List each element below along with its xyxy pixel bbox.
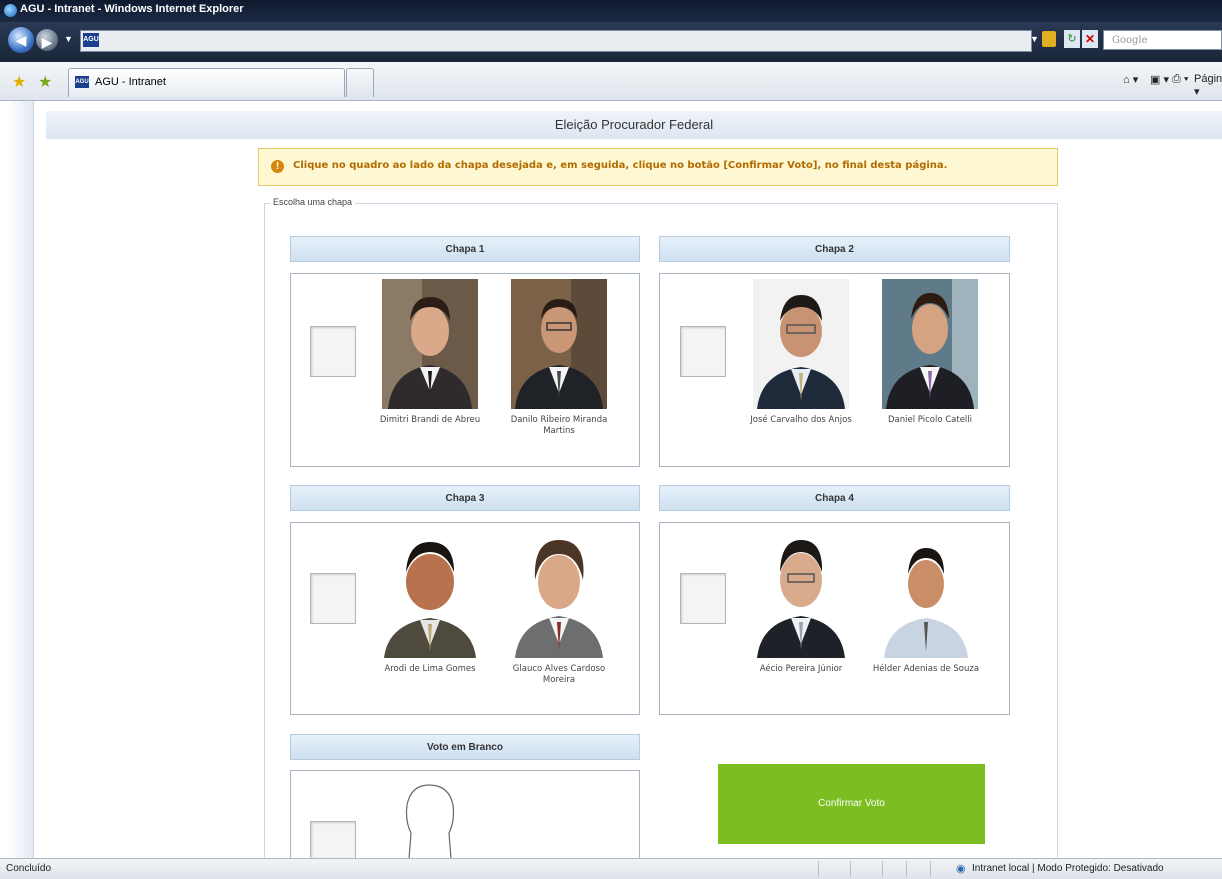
blank-vote-box	[290, 770, 640, 859]
candidate-name: Dimitri Brandi de Abreu	[379, 415, 481, 425]
chapa-4-box: Aécio Pereira Júnior Hélder Adenias de S…	[659, 522, 1010, 715]
page-menu[interactable]: Página ▾	[1194, 73, 1222, 98]
address-toolbar: ◀ ▶ ▼ AGU ▼ ↻ ✕ Google	[0, 22, 1222, 62]
window-title-bar: AGU - Intranet - Windows Internet Explor…	[0, 0, 1222, 22]
candidate-name: Glauco Alves Cardoso Moreira	[512, 664, 606, 685]
candidate-photo	[511, 279, 607, 409]
zone-status-text: Intranet local | Modo Protegido: Desativ…	[972, 863, 1164, 874]
candidate-name: Aécio Pereira Júnior	[759, 664, 843, 674]
chapa-1-box: Dimitri Brandi de Abreu Danilo Ribeiro M…	[290, 273, 640, 467]
address-dropdown-icon[interactable]: ▼	[1030, 34, 1039, 44]
chapa-4-header: Chapa 4	[659, 485, 1010, 511]
page-title: Eleição Procurador Federal	[554, 117, 714, 132]
candidate-name: José Carvalho dos Anjos	[750, 415, 852, 425]
candidate-photo	[878, 528, 974, 658]
intranet-zone-icon: ◉	[956, 863, 966, 875]
back-button[interactable]: ◀	[8, 27, 34, 53]
status-separator	[818, 861, 819, 877]
candidate-photo	[382, 528, 478, 658]
candidate-photo	[882, 279, 978, 409]
confirm-vote-button[interactable]: Confirmar Voto	[718, 764, 985, 844]
window-title: AGU - Intranet - Windows Internet Explor…	[20, 3, 244, 15]
tab-agu-intranet[interactable]: AGU AGU - Intranet	[68, 68, 345, 97]
page-header: Eleição Procurador Federal	[46, 111, 1222, 139]
fieldset-legend: Escolha uma chapa	[270, 197, 356, 207]
chapa-3-box: Arodi de Lima Gomes Glauco Alves Cardoso…	[290, 522, 640, 715]
left-rail	[8, 101, 34, 858]
candidate-name: Danilo Ribeiro Miranda Martins	[510, 415, 608, 436]
site-favicon-icon: AGU	[83, 33, 99, 47]
status-separator	[850, 861, 851, 877]
tab-favicon-icon: AGU	[75, 76, 89, 88]
home-icon[interactable]: ⌂ ▾	[1123, 73, 1138, 86]
status-text: Concluído	[6, 863, 52, 874]
warning-icon: !	[271, 160, 284, 173]
status-separator	[882, 861, 883, 877]
candidate-photo	[753, 279, 849, 409]
chapa-4-checkbox[interactable]	[680, 573, 726, 624]
chapa-1-header: Chapa 1	[290, 236, 640, 262]
instruction-notice: ! Clique no quadro ao lado da chapa dese…	[258, 148, 1058, 186]
chapa-1-checkbox[interactable]	[310, 326, 356, 377]
candidate-photo	[382, 279, 478, 409]
stop-icon[interactable]: ✕	[1082, 30, 1098, 48]
status-separator	[906, 861, 907, 877]
blank-vote-checkbox[interactable]	[310, 821, 356, 859]
status-separator	[930, 861, 931, 877]
chapa-3-header: Chapa 3	[290, 485, 640, 511]
ie-logo-icon	[4, 4, 17, 17]
lock-icon[interactable]	[1042, 31, 1056, 47]
search-input[interactable]: Google	[1103, 30, 1222, 50]
add-favorites-icon[interactable]: ★	[38, 72, 52, 92]
chapa-2-box: José Carvalho dos Anjos Daniel Picolo Ca…	[659, 273, 1010, 467]
notice-text: Clique no quadro ao lado da chapa deseja…	[293, 160, 948, 171]
forward-button[interactable]: ▶	[36, 29, 58, 51]
refresh-icon[interactable]: ↻	[1064, 30, 1080, 48]
blank-vote-header: Voto em Branco	[290, 734, 640, 760]
favorites-star-icon[interactable]: ★	[12, 72, 26, 92]
address-input[interactable]: AGU	[80, 30, 1032, 52]
new-tab-button[interactable]	[346, 68, 374, 97]
chapa-2-header: Chapa 2	[659, 236, 1010, 262]
tab-label: AGU - Intranet	[95, 76, 166, 88]
address-tools: ▼ ↻ ✕	[1030, 30, 1100, 50]
candidate-name: Daniel Picolo Catelli	[887, 415, 973, 425]
candidate-name: Hélder Adenias de Souza	[872, 664, 980, 674]
print-icon[interactable]: ⎙ ▾	[1172, 73, 1188, 86]
blank-silhouette-icon	[405, 784, 455, 859]
chapa-2-checkbox[interactable]	[680, 326, 726, 377]
candidate-photo	[511, 528, 607, 658]
tab-bar: ★ ★ AGU AGU - Intranet ⌂ ▾ ▣ ▾ ⎙ ▾ Págin…	[0, 62, 1222, 101]
chapa-3-checkbox[interactable]	[310, 573, 356, 624]
candidate-photo	[753, 528, 849, 658]
history-dropdown-icon[interactable]: ▼	[64, 34, 73, 44]
feeds-icon[interactable]: ▣ ▾	[1150, 73, 1169, 86]
status-bar: Concluído ◉ Intranet local | Modo Proteg…	[0, 858, 1222, 879]
candidate-name: Arodi de Lima Gomes	[384, 664, 476, 674]
page-menu-label: Página	[1194, 73, 1222, 85]
